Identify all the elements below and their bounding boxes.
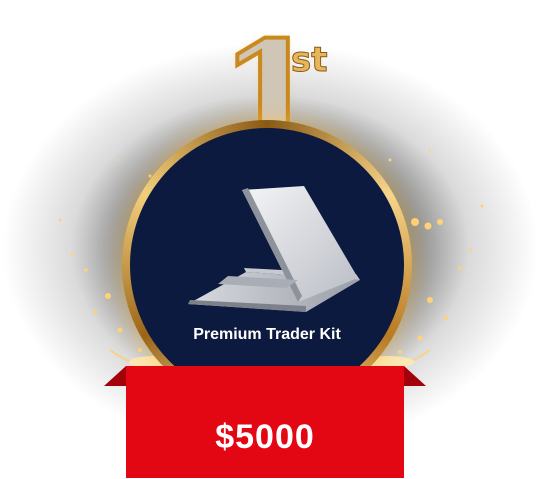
price-banner: $5000 bbox=[126, 366, 404, 478]
rank-suffix: st bbox=[291, 40, 328, 81]
product-name: Premium Trader Kit bbox=[193, 326, 341, 343]
prize-price: $5000 bbox=[215, 418, 315, 456]
medal-face: Premium Trader Kit bbox=[130, 128, 404, 402]
laptop-icon bbox=[188, 186, 360, 312]
